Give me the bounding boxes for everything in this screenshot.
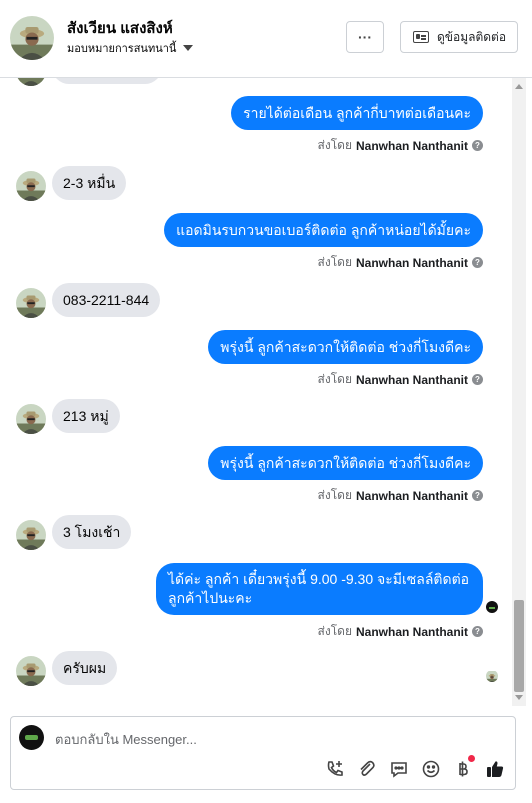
help-icon[interactable]: ? bbox=[472, 374, 483, 385]
thread-scrollbar[interactable] bbox=[512, 78, 526, 706]
contact-avatar-small bbox=[16, 171, 46, 201]
help-icon[interactable]: ? bbox=[472, 626, 483, 637]
sent-by-prefix: ส่งโดย bbox=[317, 488, 352, 502]
page-logo-avatar bbox=[19, 725, 44, 750]
baht-icon[interactable] bbox=[453, 759, 473, 779]
view-contact-info-label: ดูข้อมูลติดต่อ bbox=[437, 29, 507, 44]
conversation-header: สังเวียน แสงสิงห์ มอบหมายการสนทนานี้ ···… bbox=[0, 0, 532, 78]
contact-avatar-small bbox=[16, 520, 46, 550]
contact-seen-avatar bbox=[486, 670, 498, 682]
scroll-down-arrow-icon[interactable] bbox=[515, 695, 523, 700]
contact-name[interactable]: สังเวียน แสงสิงห์ bbox=[67, 16, 173, 40]
sent-by-prefix: ส่งโดย bbox=[317, 138, 352, 152]
help-icon[interactable]: ? bbox=[472, 490, 483, 501]
message-bubble-outgoing: รายได้ต่อเดือน ลูกค้ากี่บาทต่อเดือนคะ bbox=[231, 96, 483, 130]
sent-by-label: ส่งโดย Nanwhan Nanthanit ? bbox=[318, 136, 483, 155]
messenger-panel: สังเวียน แสงสิงห์ มอบหมายการสนทนานี้ ···… bbox=[0, 0, 532, 803]
contact-avatar[interactable] bbox=[10, 16, 54, 60]
sent-by-prefix: ส่งโดย bbox=[317, 372, 352, 386]
agent-name: Nanwhan Nanthanit bbox=[355, 624, 468, 639]
thumbs-up-icon[interactable] bbox=[485, 759, 505, 779]
message-bubble-outgoing: พรุ่งนี้ ลูกค้าสะดวกให้ติดต่อ ช่วงกี่โมง… bbox=[208, 330, 483, 364]
sent-by-label: ส่งโดย Nanwhan Nanthanit ? bbox=[318, 622, 483, 641]
reply-input[interactable] bbox=[55, 729, 455, 749]
message-bubble-outgoing: พรุ่งนี้ ลูกค้าสะดวกให้ติดต่อ ช่วงกี่โมง… bbox=[208, 446, 483, 480]
scrollbar-thumb[interactable] bbox=[514, 600, 524, 692]
agent-name: Nanwhan Nanthanit bbox=[355, 255, 468, 270]
more-options-button[interactable]: ··· bbox=[346, 21, 384, 53]
notification-dot bbox=[468, 755, 475, 762]
chat-bubble-icon[interactable] bbox=[389, 759, 409, 779]
call-add-icon[interactable] bbox=[325, 759, 345, 779]
sent-by-label: ส่งโดย Nanwhan Nanthanit ? bbox=[318, 370, 483, 389]
emoji-icon[interactable] bbox=[421, 759, 441, 779]
contact-avatar-small bbox=[16, 404, 46, 434]
sent-by-label: ส่งโดย Nanwhan Nanthanit ? bbox=[318, 486, 483, 505]
caret-down-icon bbox=[183, 45, 194, 51]
assign-label: มอบหมายการสนทนานี้ bbox=[67, 43, 177, 55]
message-bubble-outgoing: ได้ค่ะ ลูกค้า เดี๋ยวพรุ่งนี้ 9.00 -9.30 … bbox=[156, 563, 483, 615]
sent-by-prefix: ส่งโดย bbox=[317, 624, 352, 638]
page-seen-avatar bbox=[486, 601, 498, 613]
agent-name: Nanwhan Nanthanit bbox=[355, 372, 468, 387]
message-bubble-incoming: ครับผม bbox=[52, 651, 118, 685]
message-thread[interactable]: รายได้ต่อเดือน ลูกค้ากี่บาทต่อเดือนคะ ส่… bbox=[0, 78, 512, 706]
sent-by-label: ส่งโดย Nanwhan Nanthanit ? bbox=[318, 253, 483, 272]
view-contact-info-button[interactable]: ดูข้อมูลติดต่อ bbox=[400, 21, 518, 53]
message-bubble-incoming: 213 หมู่ bbox=[52, 399, 120, 433]
attachment-icon[interactable] bbox=[357, 759, 377, 779]
agent-name: Nanwhan Nanthanit bbox=[355, 138, 468, 153]
contact-avatar-small bbox=[16, 656, 46, 686]
contact-avatar-small bbox=[16, 78, 46, 86]
message-bubble-incoming-clipped bbox=[52, 78, 162, 84]
message-bubble-outgoing: แอดมินรบกวนขอเบอร์ติดต่อ ลูกค้าหน่อยได้ม… bbox=[164, 213, 483, 247]
sent-by-prefix: ส่งโดย bbox=[317, 255, 352, 269]
reply-composer bbox=[10, 716, 516, 790]
agent-name: Nanwhan Nanthanit bbox=[355, 488, 468, 503]
contact-avatar-small bbox=[16, 288, 46, 318]
message-bubble-incoming: 083-2211-844 bbox=[52, 283, 161, 317]
contact-card-icon bbox=[413, 31, 429, 43]
help-icon[interactable]: ? bbox=[472, 140, 483, 151]
help-icon[interactable]: ? bbox=[472, 257, 483, 268]
message-bubble-incoming: 2-3 หมื่น bbox=[52, 166, 127, 200]
assign-conversation-dropdown[interactable]: มอบหมายการสนทนานี้ bbox=[67, 39, 194, 57]
message-bubble-incoming: 3 โมงเช้า bbox=[52, 515, 132, 549]
scroll-up-arrow-icon[interactable] bbox=[515, 84, 523, 89]
